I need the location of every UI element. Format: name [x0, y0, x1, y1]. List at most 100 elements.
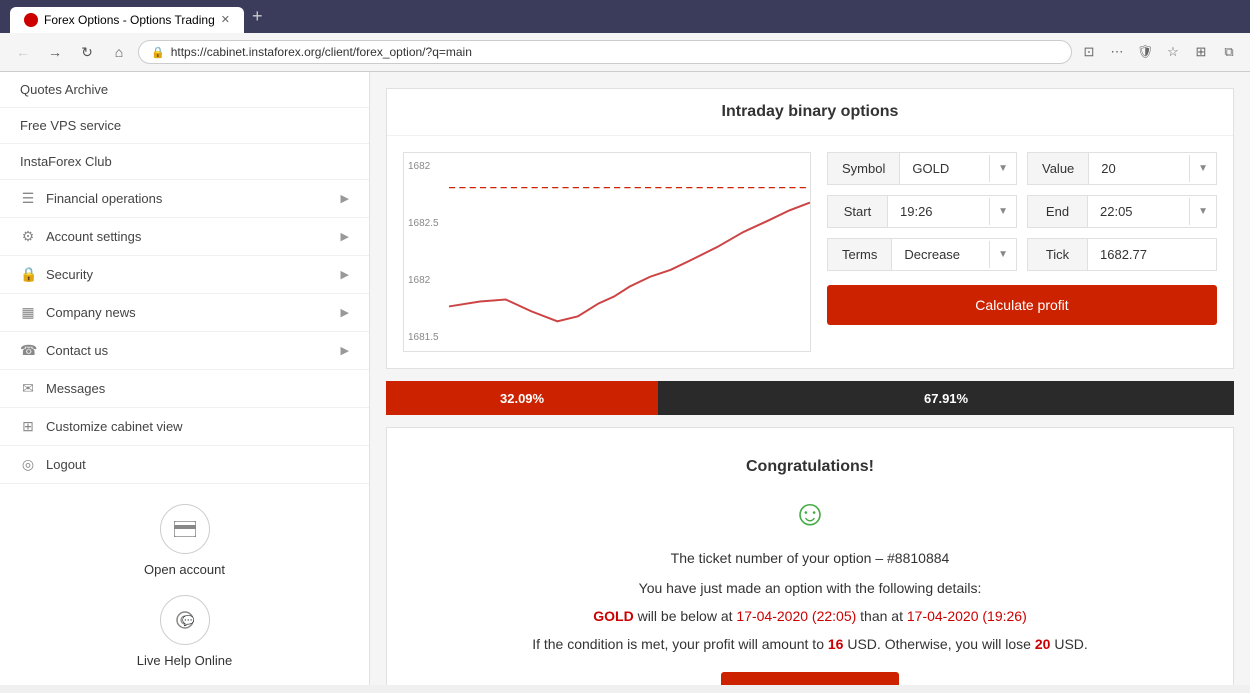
value-control[interactable]: Value 20 ▼ — [1027, 152, 1217, 185]
end-date-link[interactable]: 17-04-2020 (22:05) — [736, 608, 856, 624]
card-title: Intraday binary options — [387, 89, 1233, 136]
progress-red-label: 32.09% — [500, 391, 544, 406]
sidebar-item-account-settings[interactable]: ⚙ Account settings ▶ — [0, 218, 369, 256]
value-dropdown-arrow[interactable]: ▼ — [1189, 155, 1216, 182]
sidebar-item-label: Company news — [46, 305, 136, 320]
buy-another-option-button[interactable]: Buy another option — [721, 672, 899, 685]
symbol-value-row: Symbol GOLD ▼ Value 20 ▼ — [827, 152, 1217, 185]
refresh-button[interactable]: ↻ — [74, 39, 100, 65]
smiley-icon: ☺ — [407, 492, 1213, 534]
tab-title: Forex Options - Options Trading — [44, 13, 215, 27]
sidebar-item-label: Account settings — [46, 229, 141, 244]
sidebar-item-label: Quotes Archive — [20, 82, 108, 97]
new-tab-button[interactable]: + — [252, 6, 263, 33]
live-help-button[interactable]: 💬 — [160, 595, 210, 645]
shield-icon[interactable]: 🛡 — [1134, 41, 1156, 63]
start-dropdown-arrow[interactable]: ▼ — [989, 198, 1016, 225]
sidebar-item-instaforex-club[interactable]: InstaForex Club — [0, 144, 369, 180]
browser-tab[interactable]: Forex Options - Options Trading ✕ — [10, 7, 244, 33]
chart-controls-row: 1682 1682.5 1682 1681.5 — [403, 152, 1217, 352]
value-label: Value — [1028, 153, 1089, 184]
start-control[interactable]: Start 19:26 ▼ — [827, 195, 1017, 228]
sidebar-item-messages[interactable]: ✉ Messages — [0, 370, 369, 408]
tick-label: Tick — [1028, 239, 1088, 270]
sidebar-item-label: Contact us — [46, 343, 108, 358]
sidebar-item-label: Security — [46, 267, 93, 282]
sidebar-item-label: Free VPS service — [20, 118, 121, 133]
card-icon — [174, 521, 196, 537]
item-left: ▦ Company news — [20, 304, 136, 321]
news-icon: ▦ — [20, 304, 36, 321]
sidebar-item-label: Messages — [46, 381, 105, 396]
open-account-button[interactable] — [160, 504, 210, 554]
symbol-control[interactable]: Symbol GOLD ▼ — [827, 152, 1017, 185]
address-bar[interactable]: 🔒 https://cabinet.instaforex.org/client/… — [138, 40, 1072, 64]
calculate-profit-button[interactable]: Calculate profit — [827, 285, 1217, 325]
envelope-icon: ✉ — [20, 380, 36, 397]
sidebar-item-customize-cabinet[interactable]: ⊞ Customize cabinet view — [0, 408, 369, 446]
profit-value: 16 — [828, 636, 844, 652]
end-control[interactable]: End 22:05 ▼ — [1027, 195, 1217, 228]
chat-icon: 💬 — [175, 610, 195, 630]
progress-dark-segment: 67.91% — [658, 381, 1234, 415]
symbol-label: Symbol — [828, 153, 900, 184]
option-details-intro: You have just made an option with the fo… — [407, 580, 1213, 596]
terms-label: Terms — [828, 239, 892, 270]
profit-intro-text: If the condition is met, your profit wil… — [532, 636, 828, 652]
home-button[interactable]: ⌂ — [106, 39, 132, 65]
customize-icon: ⊞ — [20, 418, 36, 435]
congratulations-card: Congratulations! ☺ The ticket number of … — [386, 427, 1234, 685]
chart-y-labels: 1682 1682.5 1682 1681.5 — [408, 153, 439, 351]
card-body: 1682 1682.5 1682 1681.5 — [387, 136, 1233, 368]
sidebar-item-financial-operations[interactable]: ☰ Financial operations ▶ — [0, 180, 369, 218]
value-value: 20 — [1089, 153, 1189, 184]
binary-options-card: Intraday binary options 1682 1682.5 1682… — [386, 88, 1234, 369]
sidebar-toggle-icon[interactable]: ⧉ — [1218, 41, 1240, 63]
tab-favicon — [24, 13, 38, 27]
end-dropdown-arrow[interactable]: ▼ — [1189, 198, 1216, 225]
chart-label-mid1: 1682.5 — [408, 218, 439, 229]
sidebar-item-company-news[interactable]: ▦ Company news ▶ — [0, 294, 369, 332]
financial-ops-icon: ☰ — [20, 190, 36, 207]
sidebar-item-security[interactable]: 🔒 Security ▶ — [0, 256, 369, 294]
lock-icon: 🔒 — [151, 46, 165, 59]
forward-button[interactable]: → — [42, 39, 68, 65]
content-area: Intraday binary options 1682 1682.5 1682… — [370, 72, 1250, 685]
tab-close-button[interactable]: ✕ — [221, 13, 230, 26]
menu-icon[interactable]: ⋯ — [1106, 41, 1128, 63]
lose-value: 20 — [1035, 636, 1051, 652]
browser-chrome: Forex Options - Options Trading ✕ + — [0, 0, 1250, 33]
sidebar-item-contact-us[interactable]: ☎ Contact us ▶ — [0, 332, 369, 370]
sidebar-item-label: Financial operations — [46, 191, 162, 206]
chart-label-top: 1682 — [408, 161, 439, 172]
ticket-number: The ticket number of your option – #8810… — [407, 550, 1213, 566]
tick-control: Tick 1682.77 — [1027, 238, 1217, 271]
library-icon[interactable]: ⊞ — [1190, 41, 1212, 63]
toolbar-icons: ⊡ ⋯ 🛡 ☆ ⊞ ⧉ — [1078, 41, 1240, 63]
terms-dropdown-arrow[interactable]: ▼ — [989, 241, 1016, 268]
tick-value: 1682.77 — [1088, 239, 1216, 270]
reader-icon[interactable]: ⊡ — [1078, 41, 1100, 63]
sidebar-item-quotes-archive[interactable]: Quotes Archive — [0, 72, 369, 108]
symbol-dropdown-arrow[interactable]: ▼ — [989, 155, 1016, 182]
terms-control[interactable]: Terms Decrease ▼ — [827, 238, 1017, 271]
star-icon[interactable]: ☆ — [1162, 41, 1184, 63]
chevron-right-icon: ▶ — [341, 344, 349, 357]
controls-panel: Symbol GOLD ▼ Value 20 ▼ — [827, 152, 1217, 352]
sidebar-item-logout[interactable]: ◎ Logout — [0, 446, 369, 484]
phone-icon: ☎ — [20, 342, 36, 359]
live-help-label: Live Help Online — [137, 653, 232, 668]
profit-line: If the condition is met, your profit wil… — [407, 636, 1213, 652]
svg-text:💬: 💬 — [182, 614, 195, 627]
progress-bar: 32.09% 67.91% — [386, 381, 1234, 415]
sidebar-item-free-vps[interactable]: Free VPS service — [0, 108, 369, 144]
logout-icon: ◎ — [20, 456, 36, 473]
price-chart: 1682 1682.5 1682 1681.5 — [403, 152, 811, 352]
url-text: https://cabinet.instaforex.org/client/fo… — [171, 45, 1059, 59]
chevron-right-icon: ▶ — [341, 192, 349, 205]
chevron-right-icon: ▶ — [341, 306, 349, 319]
option-details-line: GOLD will be below at 17-04-2020 (22:05)… — [407, 608, 1213, 624]
start-date-link[interactable]: 17-04-2020 (19:26) — [907, 608, 1027, 624]
chevron-right-icon: ▶ — [341, 268, 349, 281]
back-button[interactable]: ← — [10, 39, 36, 65]
